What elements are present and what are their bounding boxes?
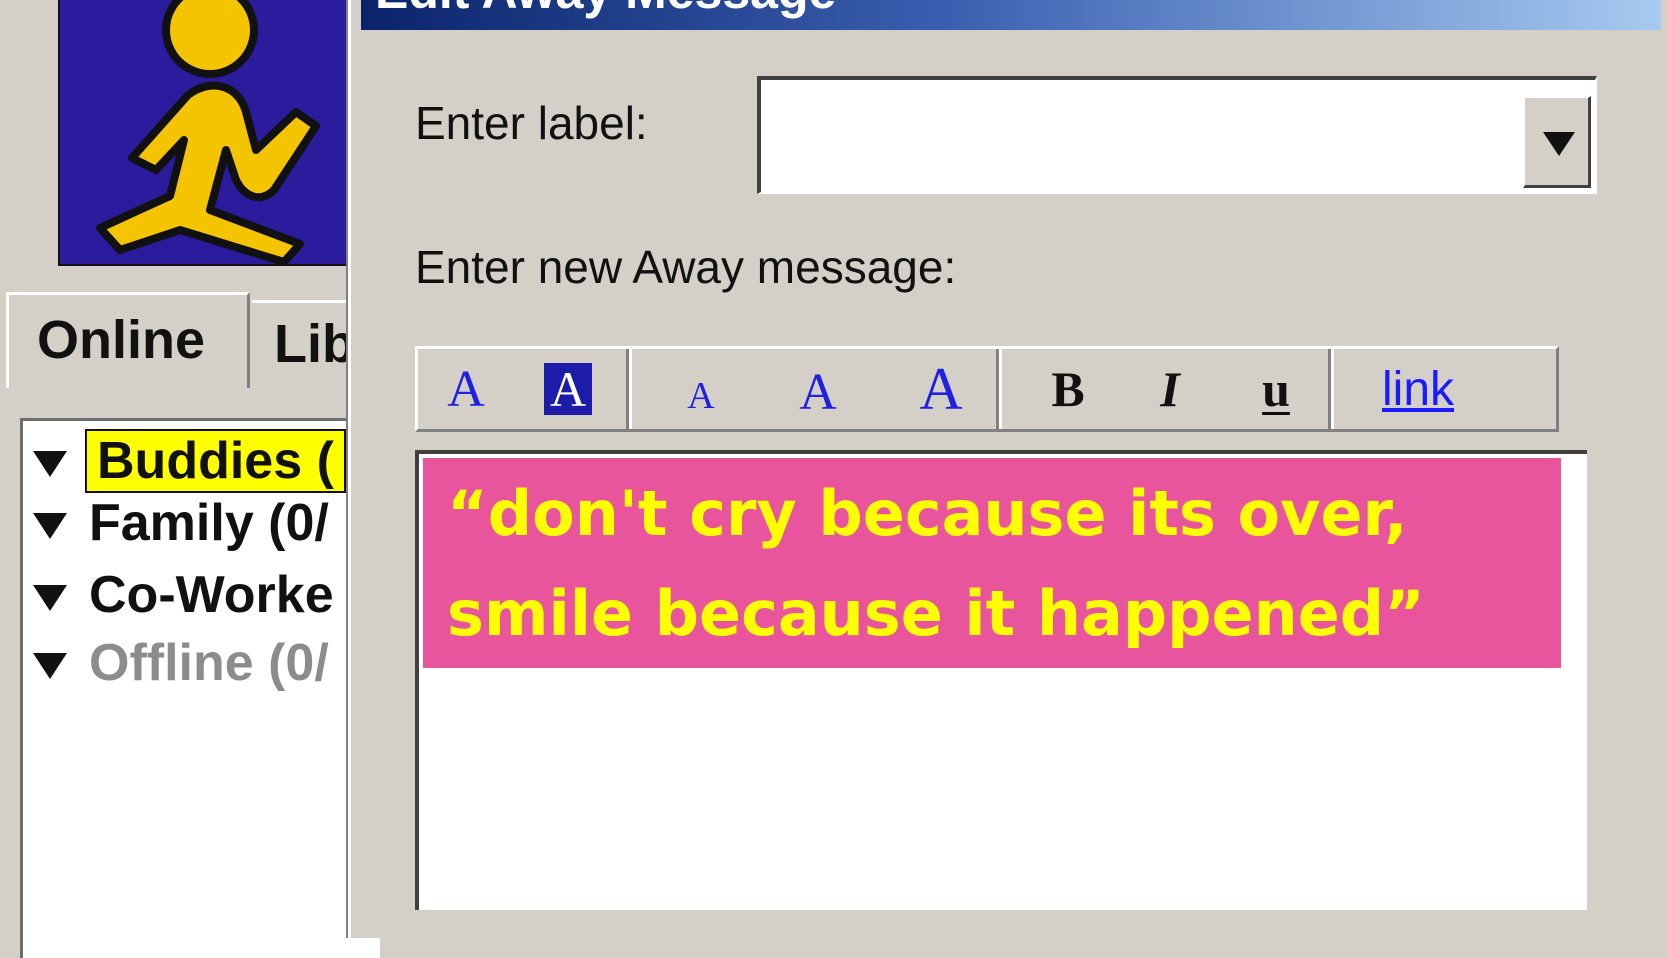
formatting-toolbar: A A A A A B I u link: [415, 346, 1559, 432]
group-offline-label: Offline (0/: [89, 634, 329, 692]
message-caption: Enter new Away message:: [415, 241, 957, 293]
bold-button[interactable]: B: [1038, 349, 1098, 429]
label-combobox[interactable]: [757, 76, 1597, 194]
expand-triangle-icon[interactable]: [33, 653, 67, 679]
increase-font-size-button[interactable]: A: [906, 349, 976, 429]
normal-font-size-button[interactable]: A: [788, 349, 848, 429]
away-message-text[interactable]: “don't cry because its over, smile becau…: [423, 458, 1561, 668]
buddy-list-window: Online Lib Buddies ( Family (0/ Co-Worke…: [0, 0, 392, 958]
italic-button[interactable]: I: [1140, 349, 1200, 429]
group-offline[interactable]: Offline (0/: [33, 633, 329, 693]
label-caption: Enter label:: [415, 97, 648, 149]
underline-button[interactable]: u: [1246, 349, 1306, 429]
insert-link-button[interactable]: link: [1368, 349, 1468, 429]
group-family[interactable]: Family (0/: [33, 493, 329, 553]
group-coworkers[interactable]: Co-Worke: [33, 565, 334, 625]
expand-triangle-icon[interactable]: [33, 451, 67, 477]
background-color-icon: A: [543, 363, 593, 415]
away-message-editor[interactable]: “don't cry because its over, smile becau…: [415, 450, 1587, 910]
decrease-font-size-button[interactable]: A: [676, 349, 726, 429]
running-man-icon: [96, 0, 320, 266]
expand-triangle-icon[interactable]: [33, 585, 67, 611]
tab-list-setup-label: Lib: [274, 314, 355, 374]
background-color-button[interactable]: A: [536, 349, 600, 429]
group-buddies[interactable]: Buddies (: [33, 429, 346, 493]
dialog-title: Edit Away Message: [375, 0, 836, 20]
tab-online[interactable]: Online: [6, 292, 250, 394]
buddy-group-list: Buddies ( Family (0/ Co-Worke Offline (0…: [20, 418, 380, 958]
group-family-label: Family (0/: [89, 494, 329, 552]
underline-icon: u: [1262, 361, 1290, 417]
expand-triangle-icon[interactable]: [33, 513, 67, 539]
aim-running-man-logo: [58, 0, 348, 266]
chevron-down-icon[interactable]: [1523, 96, 1591, 188]
text-color-button[interactable]: A: [436, 349, 496, 429]
tab-online-label: Online: [37, 310, 206, 370]
edit-away-message-dialog: Edit Away Message Enter label: Enter new…: [348, 0, 1667, 938]
label-input[interactable]: [769, 90, 1513, 178]
dialog-titlebar[interactable]: Edit Away Message: [361, 0, 1661, 30]
group-coworkers-label: Co-Worke: [89, 566, 334, 624]
group-buddies-label: Buddies (: [85, 429, 346, 493]
